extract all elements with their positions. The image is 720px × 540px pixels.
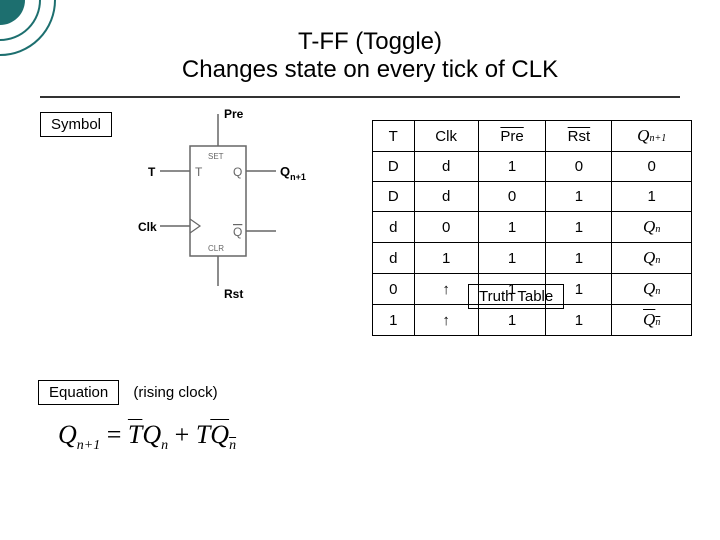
equation-label: Equation <box>38 380 119 405</box>
table-row: d111Qn <box>373 243 692 274</box>
th-clk: Clk <box>414 121 478 152</box>
pin-rst-label: Rst <box>224 287 243 301</box>
svg-text:Q: Q <box>233 165 242 179</box>
th-qnext: Qn+1 <box>612 121 692 152</box>
equation-note: (rising clock) <box>133 384 217 401</box>
table-row: Dd100 <box>373 152 692 182</box>
equation-formula: Qn+1 = TQn + TQn <box>58 420 236 454</box>
table-row: Dd011 <box>373 182 692 212</box>
th-pre: Pre <box>478 121 546 152</box>
title-line-1: T-FF (Toggle) <box>60 28 680 56</box>
th-t: T <box>373 121 415 152</box>
corner-decor-icon <box>0 0 80 80</box>
table-row: d011Qn <box>373 212 692 243</box>
pin-clk-label: Clk <box>138 220 157 234</box>
title-line-2: Changes state on every tick of CLK <box>60 56 680 84</box>
slide-title: T-FF (Toggle) Changes state on every tic… <box>0 0 720 90</box>
pin-pre-label: Pre <box>224 107 244 121</box>
pin-clr-inside: CLR <box>208 244 224 253</box>
pin-q-next: Qn+1 <box>280 164 306 182</box>
tff-symbol-diagram: Pre T T Clk SET Q Qn+1 Q CLR Rst <box>120 106 320 326</box>
symbol-label: Symbol <box>40 112 112 137</box>
th-rst: Rst <box>546 121 612 152</box>
table-row: 1↑11Qn <box>373 305 692 336</box>
svg-text:T: T <box>195 165 203 179</box>
pin-t-label: T <box>148 165 156 179</box>
svg-text:Q: Q <box>233 225 242 239</box>
truth-table-label: Truth Table <box>468 284 564 309</box>
pin-set-inside: SET <box>208 152 224 161</box>
rising-edge-icon: ↑ <box>414 305 478 336</box>
